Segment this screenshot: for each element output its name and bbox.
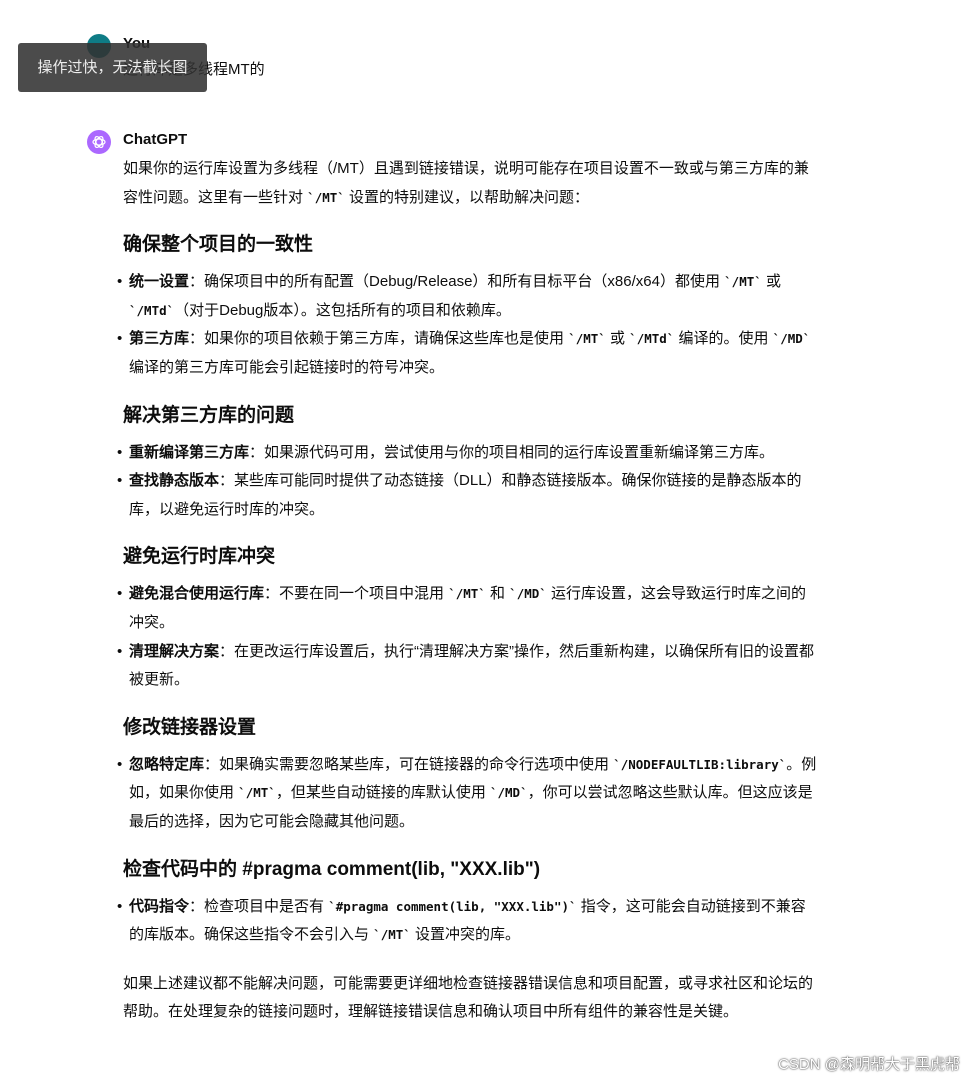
- text-segment: ：确保项目中的所有配置（Debug/Release）和所有目标平台（x86/x6…: [189, 273, 725, 291]
- list-item: 重新编译第三方库：如果源代码可用，尝试使用与你的项目相同的运行库设置重新编译第三…: [117, 439, 817, 468]
- text-segment: 和: [485, 585, 510, 603]
- section-heading: 修改链接器设置: [123, 716, 257, 738]
- list-item: 避免混合使用运行库：不要在同一个项目中混用 `/MT` 和 `/MD` 运行库设…: [117, 580, 817, 637]
- inline-code: `/MT`: [307, 189, 345, 205]
- text-segment: （对于Debug版本）。这包括所有的项目和依赖库。: [174, 301, 511, 319]
- text-segment: ：如果确实需要忽略某些库，可在链接器的命令行选项中使用: [204, 755, 614, 773]
- outro-paragraph: 如果上述建议都不能解决问题，可能需要更详细地检查链接器错误信息和项目配置，或寻求…: [123, 974, 814, 1021]
- inline-code: `/MD`: [509, 586, 547, 602]
- assistant-name: ChatGPT: [123, 131, 188, 148]
- text-segment: ：如果源代码可用，尝试使用与你的项目相同的运行库设置重新编译第三方库。: [249, 443, 775, 461]
- inline-code: `/MTd`: [629, 331, 675, 347]
- item-title: 忽略特定库: [129, 755, 205, 773]
- text-segment: 或: [605, 330, 630, 348]
- inline-code: `/MD`: [772, 331, 811, 347]
- inline-code: `/MTd`: [129, 302, 175, 318]
- bullet-list: 忽略特定库：如果确实需要忽略某些库，可在链接器的命令行选项中使用 `/NODEF…: [117, 751, 817, 837]
- list-item: 查找静态版本：某些库可能同时提供了动态链接（DLL）和静态链接版本。确保你链接的…: [117, 467, 817, 524]
- section-heading: 检查代码中的 #pragma comment(lib, "XXX.lib"): [123, 858, 541, 880]
- text-segment: ：某些库可能同时提供了动态链接（DLL）和静态链接版本。确保你链接的是静态版本的…: [129, 472, 802, 518]
- bullet-list: 避免混合使用运行库：不要在同一个项目中混用 `/MT` 和 `/MD` 运行库设…: [117, 580, 817, 695]
- item-title: 第三方库: [129, 330, 190, 348]
- text-segment: ：检查项目中是否有: [189, 897, 329, 915]
- item-title: 代码指令: [129, 897, 190, 915]
- inline-code: `/MT`: [568, 331, 606, 347]
- inline-code: `/MT`: [373, 927, 411, 943]
- list-item: 第三方库：如果你的项目依赖于第三方库，请确保这些库也是使用 `/MT` 或 `/…: [117, 325, 817, 382]
- text-segment: ，但某些自动链接的库默认使用: [275, 784, 490, 802]
- assistant-response: 如果你的运行库设置为多线程（/MT）且遇到链接错误，说明可能存在项目设置不一致或…: [117, 155, 817, 1027]
- text-segment: ：不要在同一个项目中混用: [264, 585, 449, 603]
- text-segment: 编译的第三方库可能会引起链接时的符号冲突。: [129, 358, 445, 376]
- toast-notification: 操作过快，无法截长图: [18, 43, 207, 92]
- text-segment: 设置冲突的库。: [410, 926, 520, 944]
- bullet-list: 代码指令：检查项目中是否有 `#pragma comment(lib, "XXX…: [117, 893, 817, 950]
- section-heading: 解决第三方库的问题: [123, 404, 295, 426]
- item-title: 避免混合使用运行库: [129, 585, 265, 603]
- item-title: 清理解决方案: [129, 642, 220, 660]
- chatgpt-logo-icon: [87, 130, 111, 154]
- item-title: 统一设置: [129, 273, 190, 291]
- item-title: 重新编译第三方库: [129, 443, 250, 461]
- list-item: 统一设置：确保项目中的所有配置（Debug/Release）和所有目标平台（x8…: [117, 268, 817, 325]
- section-heading: 确保整个项目的一致性: [123, 234, 314, 256]
- section-heading: 避免运行时库冲突: [123, 546, 276, 568]
- inline-code: `/MD`: [489, 785, 528, 801]
- bullet-list: 统一设置：确保项目中的所有配置（Debug/Release）和所有目标平台（x8…: [117, 268, 817, 382]
- list-item: 代码指令：检查项目中是否有 `#pragma comment(lib, "XXX…: [117, 893, 817, 950]
- text-segment: 或: [761, 273, 781, 291]
- intro-paragraph: 如果你的运行库设置为多线程（/MT）且遇到链接错误，说明可能存在项目设置不一致或…: [123, 155, 817, 212]
- bullet-list: 重新编译第三方库：如果源代码可用，尝试使用与你的项目相同的运行库设置重新编译第三…: [117, 439, 817, 525]
- list-item: 忽略特定库：如果确实需要忽略某些库，可在链接器的命令行选项中使用 `/NODEF…: [117, 751, 817, 837]
- text-segment: 设置的特别建议，以帮助解决问题：: [344, 188, 589, 206]
- inline-code: `/NODEFAULTLIB:library`: [613, 756, 787, 772]
- inline-code: `/MT`: [724, 274, 762, 290]
- text-segment: ：如果你的项目依赖于第三方库，请确保这些库也是使用: [189, 330, 569, 348]
- item-title: 查找静态版本: [129, 472, 220, 490]
- inline-code: `/MT`: [448, 586, 486, 602]
- list-item: 清理解决方案：在更改运行库设置后，执行“清理解决方案”操作，然后重新构建，以确保…: [117, 638, 817, 695]
- text-segment: ：在更改运行库设置后，执行“清理解决方案”操作，然后重新构建，以确保所有旧的设置…: [129, 642, 815, 689]
- text-segment: 编译的。使用: [674, 330, 773, 348]
- inline-code: `/MT`: [238, 785, 276, 801]
- watermark: CSDN @森明帮大于黑虎帮: [778, 1056, 960, 1073]
- inline-code: `#pragma comment(lib, "XXX.lib")`: [328, 898, 577, 914]
